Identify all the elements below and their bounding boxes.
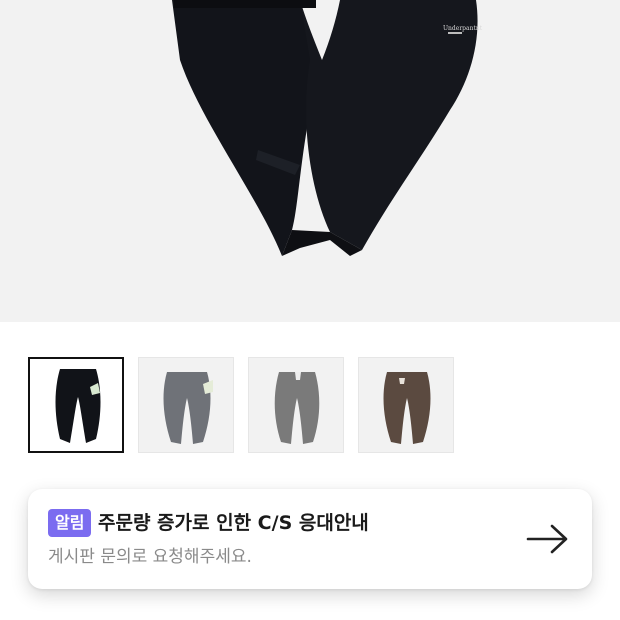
thumbnail-gray[interactable]: [138, 357, 234, 453]
pants-thumbnail-icon: [383, 372, 431, 444]
arrow-right-icon[interactable]: [526, 523, 570, 555]
black-sweatpants-image: Underpantnt: [172, 0, 483, 256]
thumbnail-strip: [28, 357, 458, 453]
thumbnail-black[interactable]: [28, 357, 124, 453]
svg-text:Underpantnt: Underpantnt: [443, 25, 483, 32]
product-main-image: Underpantnt: [0, 0, 620, 322]
cs-notice-card[interactable]: 알림 주문량 증가로 인한 C/S 응대안내 게시판 문의로 요청해주세요.: [28, 489, 592, 589]
notice-badge: 알림: [48, 509, 92, 537]
notice-subtitle: 게시판 문의로 요청해주세요.: [48, 547, 252, 567]
thumbnail-charcoal[interactable]: [248, 357, 344, 453]
pants-thumbnail-icon: [274, 372, 320, 444]
thumbnail-brown[interactable]: [358, 357, 454, 453]
pants-thumbnail-icon: [55, 369, 101, 443]
pants-thumbnail-icon: [163, 372, 213, 444]
notice-title: 주문량 증가로 인한 C/S 응대안내: [98, 512, 369, 534]
